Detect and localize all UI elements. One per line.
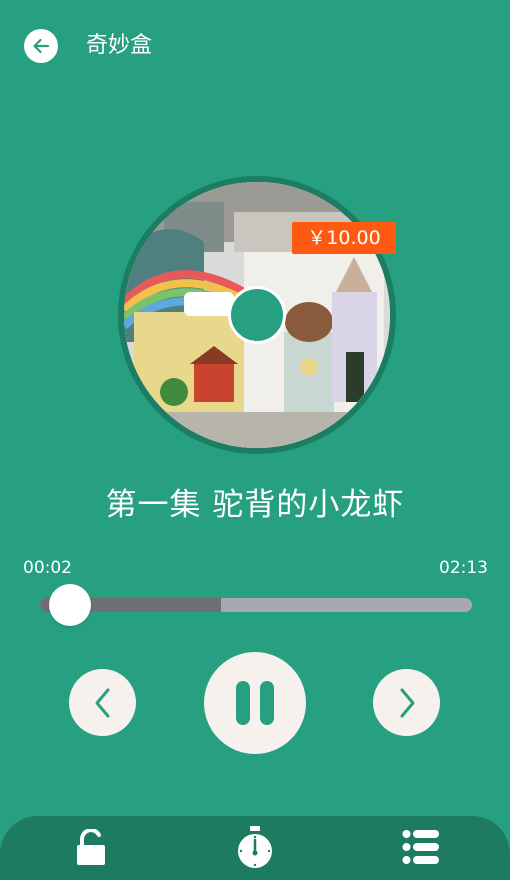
playlist-button[interactable]: [402, 828, 440, 866]
episode-title: 第一集 驼背的小龙虾: [105, 487, 405, 523]
pause-icon: [236, 681, 274, 725]
back-button[interactable]: [24, 29, 58, 63]
page-title: 奇妙盒: [86, 33, 153, 58]
price-badge: ￥10.00: [292, 222, 396, 254]
pause-button[interactable]: [204, 652, 306, 754]
unlock-icon: [77, 829, 105, 865]
stopwatch-icon: [238, 826, 272, 868]
arrow-left-icon: [33, 38, 50, 54]
current-time: 00:02: [23, 558, 72, 578]
timer-button[interactable]: [235, 826, 275, 870]
unlock-button[interactable]: [73, 828, 109, 868]
next-button[interactable]: [373, 669, 440, 736]
previous-button[interactable]: [69, 669, 136, 736]
top-bar: 奇妙盒: [0, 0, 510, 92]
chevron-right-icon: [400, 688, 414, 717]
progress-knob[interactable]: [49, 584, 91, 626]
chevron-left-icon: [95, 688, 109, 717]
disc-center-hole: [228, 286, 286, 344]
playlist-icon: [402, 830, 439, 864]
bottom-toolbar: [0, 816, 510, 880]
progress-track[interactable]: [40, 598, 472, 612]
total-time: 02:13: [439, 558, 488, 578]
album-disc: [118, 176, 396, 454]
